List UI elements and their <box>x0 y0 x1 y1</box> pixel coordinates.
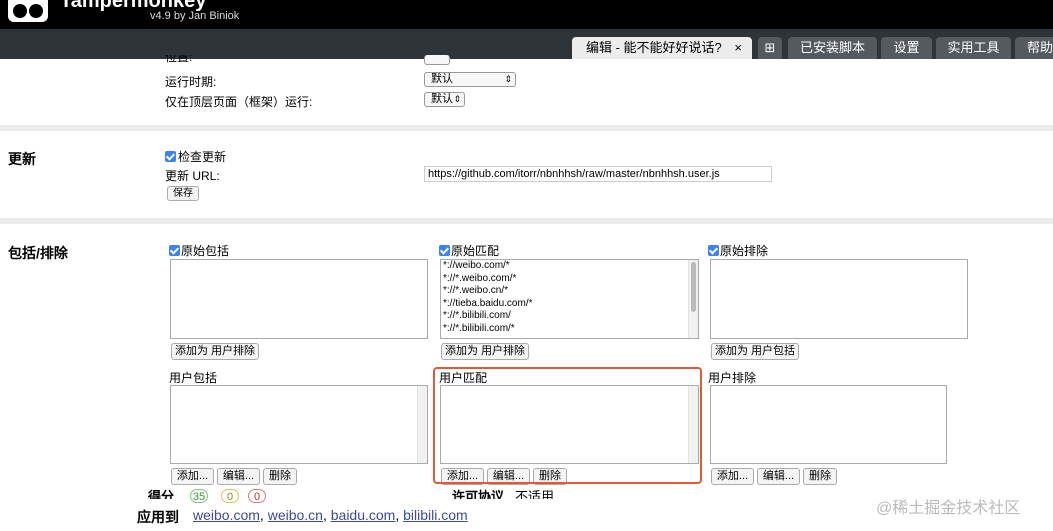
close-icon[interactable]: × <box>734 37 742 59</box>
list-item: *://weibo.com/* <box>443 260 510 271</box>
list-item: *://*.weibo.cn/* <box>443 285 509 296</box>
select-arrows-icon: ⇕ <box>504 74 512 84</box>
orig-match-list[interactable]: *://weibo.com/* *://*.weibo.com/* *://*.… <box>440 259 699 339</box>
scrollbar[interactable] <box>417 386 427 463</box>
tab-settings[interactable]: 设置 <box>881 37 932 59</box>
user-exclude-list[interactable] <box>710 385 947 464</box>
applies-label: 应用到 <box>137 509 179 525</box>
orig-exclude-list[interactable] <box>710 259 968 339</box>
check-update-checkbox[interactable] <box>165 151 176 162</box>
orig-exclude-checkbox[interactable] <box>708 245 719 256</box>
list-item: *://*.bilibili.com/* <box>443 322 515 334</box>
highlight-frame <box>433 367 702 484</box>
save-button[interactable]: 保存 <box>167 186 199 201</box>
add-user-exclude-button[interactable]: 添加为 用户排除 <box>171 343 259 360</box>
user-exclude-label: 用户排除 <box>708 371 757 385</box>
app-version: v4.9 by Jan Biniok <box>150 10 240 22</box>
runat-select[interactable]: 默认 ⇕ <box>424 72 516 87</box>
scrollbar-thumb[interactable] <box>691 262 696 312</box>
applies-link[interactable]: baidu.com <box>331 507 396 523</box>
update-url-input[interactable]: https://github.com/itorr/nbnhhsh/raw/mas… <box>424 166 772 182</box>
orig-exclude-label: 原始排除 <box>720 244 769 258</box>
license-label: 许可协议 <box>452 489 505 499</box>
orig-include-label: 原始包括 <box>181 244 230 258</box>
orig-include-list[interactable] <box>170 259 428 339</box>
applies-link[interactable]: weibo.com <box>193 507 260 523</box>
runat-label: 运行时期: <box>165 75 217 89</box>
watermark: @稀土掘金技术社区 <box>876 500 1021 517</box>
tab-utilities[interactable]: 实用工具 <box>936 37 1011 59</box>
user-include-label: 用户包括 <box>169 371 218 385</box>
applies-link[interactable]: weibo.cn <box>268 507 323 523</box>
select-arrows-icon: ⇕ <box>453 94 461 104</box>
topframe-select[interactable]: 默认 ⇕ <box>424 92 465 107</box>
position-select[interactable]: 1 <box>424 55 450 65</box>
update-section-title: 更新 <box>8 151 36 167</box>
applies-link[interactable]: bilibili.com <box>403 507 468 523</box>
license-value: 不适用 <box>515 489 555 499</box>
tab-help[interactable]: 帮助 <box>1015 37 1053 59</box>
scrollbar[interactable] <box>688 260 698 338</box>
list-item: *://*.bilibili.com/ <box>443 310 511 321</box>
topframe-value: 默认 <box>431 93 453 105</box>
tab-edit-script[interactable]: 编辑 - 能不能好好说话? × <box>572 37 752 59</box>
list-item: *://*.weibo.com/* <box>443 272 517 284</box>
score-pill-yellow: 0 <box>221 489 239 503</box>
position-label: 位置: <box>165 55 193 64</box>
add-user-include-button[interactable]: 添加为 用户包括 <box>711 343 799 360</box>
check-update-label: 检查更新 <box>178 150 227 164</box>
tab-edit-label: 编辑 - 能不能好好说话? <box>586 40 722 55</box>
user-include-list[interactable] <box>170 385 428 464</box>
score-pill-red: 0 <box>248 489 266 503</box>
tampermonkey-logo-icon <box>8 0 48 22</box>
update-url-label: 更新 URL: <box>165 169 220 183</box>
section-divider <box>0 218 1053 224</box>
topframe-label: 仅在顶层页面（框架）运行: <box>165 95 313 109</box>
section-divider <box>0 125 1053 131</box>
orig-match-label: 原始匹配 <box>451 244 500 258</box>
app-header: Tampermonkey v4.9 by Jan Biniok <box>0 0 1053 29</box>
score-label: 得分 <box>148 489 175 499</box>
score-pill-green: 35 <box>190 489 208 503</box>
orig-include-checkbox[interactable] <box>169 245 180 256</box>
applies-links: weibo.com, weibo.cn, baidu.com, bilibili… <box>193 507 468 523</box>
include-section-title: 包括/排除 <box>8 245 68 261</box>
runat-value: 默认 <box>431 73 453 85</box>
orig-match-checkbox[interactable] <box>439 245 450 256</box>
list-item: *://tieba.baidu.com/* <box>443 297 533 309</box>
tab-bar: 编辑 - 能不能好好说话? × ⊞ 已安装脚本 设置 实用工具 帮助 <box>0 29 1053 59</box>
tab-new-script[interactable]: ⊞ <box>758 37 782 59</box>
tab-installed-scripts[interactable]: 已安装脚本 <box>788 37 877 59</box>
add-user-exclude-button-2[interactable]: 添加为 用户排除 <box>441 343 529 360</box>
